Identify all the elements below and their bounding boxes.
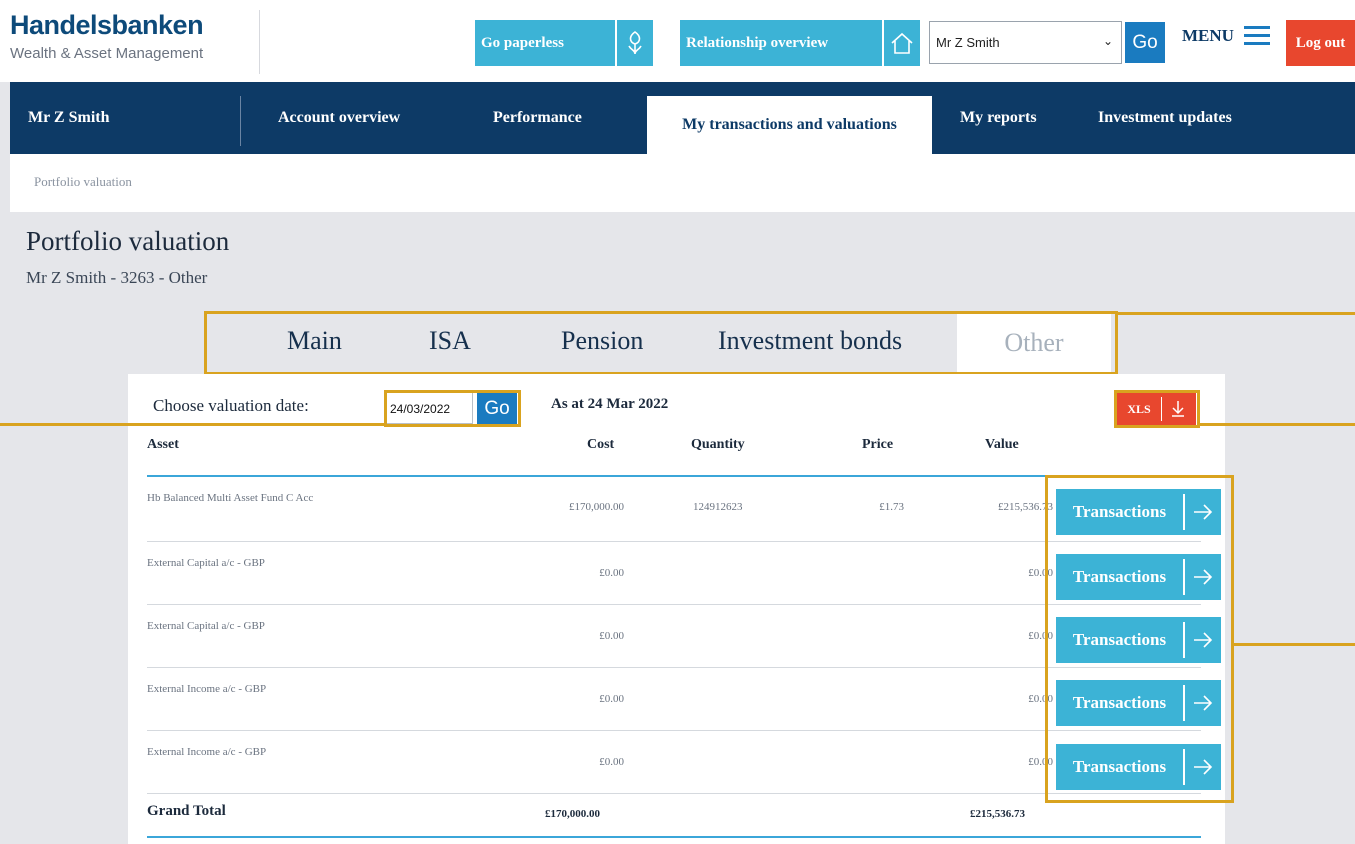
cost-cell: £0.00 [599,567,624,579]
relationship-overview-label: Relationship overview [686,34,829,51]
value-cell: £0.00 [1028,756,1053,768]
chevron-down-icon: ⌄ [1102,34,1113,48]
transactions-highlight-box [1045,475,1234,803]
leaf-icon [615,20,653,66]
client-go-button[interactable]: Go [1125,22,1165,63]
grand-total-label: Grand Total [147,803,226,819]
cost-cell: £170,000.00 [569,501,624,513]
table-header-divider [147,475,1201,477]
as-at-date: As at 24 Mar 2022 [551,396,669,412]
nav-item-transactions-valuations[interactable]: My transactions and valuations [647,96,932,154]
cost-cell: £0.00 [599,693,624,705]
logout-button[interactable]: Log out [1286,20,1355,66]
grand-total-cost: £170,000.00 [545,808,600,820]
nav-divider [240,96,241,146]
value-cell: £215,536.73 [998,501,1053,513]
main-navigation: Mr Z Smith Account overview Performance … [10,82,1355,154]
nav-client-name[interactable]: Mr Z Smith [28,82,109,154]
column-header-asset: Asset [147,437,179,452]
page-subtitle: Mr Z Smith - 3263 - Other [26,268,208,287]
column-header-price: Price [862,437,894,452]
nav-item-investment-updates[interactable]: Investment updates [1098,82,1232,154]
column-header-quantity: Quantity [691,437,745,452]
xls-highlight-box [1114,390,1200,428]
go-paperless-label: Go paperless [481,34,564,51]
date-callout-line [0,423,384,426]
site-header: Handelsbanken Wealth & Asset Management … [0,0,1355,82]
nav-item-my-reports[interactable]: My reports [960,82,1037,154]
breadcrumb-bar: Portfolio valuation [10,154,1355,212]
xls-callout-line [1200,423,1355,426]
quantity-cell: 124912623 [693,501,743,513]
grand-total-value: £215,536.73 [970,808,1025,820]
nav-item-account-overview[interactable]: Account overview [278,82,400,154]
table-row: External Income a/c - GBP £0.00 £0.00 Tr… [147,731,1221,794]
brand-name: Handelsbanken [10,10,204,40]
tabs-callout-line [1118,312,1355,315]
transactions-callout-line [1234,643,1355,646]
table-row: External Capital a/c - GBP £0.00 £0.00 T… [147,542,1221,605]
tabs-highlight-box [204,311,1118,375]
menu-label[interactable]: MENU [1182,26,1234,46]
house-icon [882,20,920,66]
cost-cell: £0.00 [599,756,624,768]
asset-name: External Capital a/c - GBP [147,557,265,569]
asset-name: External Capital a/c - GBP [147,620,265,632]
date-highlight-box [384,390,521,427]
value-cell: £0.00 [1028,567,1053,579]
brand-logo[interactable]: Handelsbanken Wealth & Asset Management [10,10,260,74]
client-select[interactable]: Mr Z Smith ⌄ [929,21,1122,64]
breadcrumb[interactable]: Portfolio valuation [34,174,132,190]
table-row: External Income a/c - GBP £0.00 £0.00 Tr… [147,668,1221,731]
column-header-cost: Cost [587,437,615,452]
value-cell: £0.00 [1028,630,1053,642]
asset-name: External Income a/c - GBP [147,746,267,758]
asset-name: Hb Balanced Multi Asset Fund C Acc [147,492,314,504]
table-row: External Capital a/c - GBP £0.00 £0.00 T… [147,605,1221,668]
nav-item-performance[interactable]: Performance [493,82,582,154]
brand-subtitle: Wealth & Asset Management [10,45,204,62]
table-bottom-divider [147,836,1201,838]
relationship-overview-button[interactable]: Relationship overview [680,20,920,66]
price-cell: £1.73 [879,501,904,513]
hamburger-menu-icon[interactable] [1244,26,1270,48]
table-row: Hb Balanced Multi Asset Fund C Acc £170,… [147,479,1221,542]
go-paperless-button[interactable]: Go paperless [475,20,653,66]
column-header-value: Value [985,437,1019,452]
cost-cell: £0.00 [599,630,624,642]
valuation-date-label: Choose valuation date: [153,396,309,415]
asset-name: External Income a/c - GBP [147,683,267,695]
value-cell: £0.00 [1028,693,1053,705]
client-select-value: Mr Z Smith [936,35,1000,50]
page-title: Portfolio valuation [26,226,230,256]
